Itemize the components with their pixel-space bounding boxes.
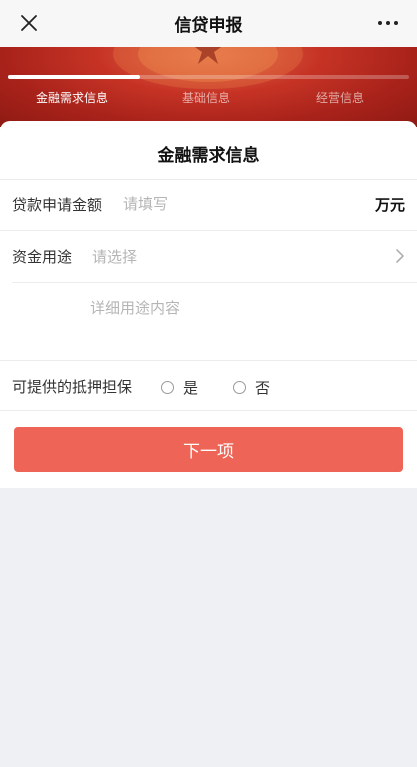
divider (0, 410, 417, 411)
radio-circle-icon (161, 381, 174, 394)
collateral-label: 可提供的抵押担保 (12, 378, 133, 396)
purpose-label: 资金用途 (12, 248, 73, 266)
more-icon[interactable] (377, 12, 399, 34)
step-business-info[interactable]: 经营信息 (316, 89, 364, 106)
divider (0, 179, 417, 180)
chevron-right-icon[interactable] (395, 249, 405, 263)
divider (0, 230, 417, 231)
collateral-yes-radio[interactable]: 是 (161, 377, 198, 398)
collateral-no-radio[interactable]: 否 (233, 377, 270, 398)
step-financial-needs[interactable]: 金融需求信息 (36, 89, 108, 106)
amount-label: 贷款申请金额 (12, 196, 103, 214)
emblem-icon (113, 47, 303, 89)
amount-input[interactable] (123, 193, 353, 215)
purpose-detail-input[interactable] (90, 297, 400, 353)
page-title: 信贷申报 (174, 16, 243, 36)
step-basic-info[interactable]: 基础信息 (182, 89, 230, 106)
header-banner: 金融需求信息 基础信息 经营信息 (0, 47, 417, 127)
divider (0, 360, 417, 361)
progress-bar (8, 75, 409, 79)
close-icon[interactable] (18, 12, 40, 34)
divider (12, 282, 417, 283)
form-card: 金融需求信息 贷款申请金额 万元 资金用途 请选择 可提供的抵押担保 是 否 下… (0, 121, 417, 488)
radio-label: 是 (183, 379, 199, 397)
radio-label: 否 (255, 379, 271, 397)
nav-bar: 信贷申报 (0, 0, 417, 47)
purpose-select[interactable]: 请选择 (92, 246, 137, 267)
next-button[interactable]: 下一项 (14, 427, 403, 472)
radio-circle-icon (233, 381, 246, 394)
progress-fill (8, 75, 141, 79)
form-title: 金融需求信息 (157, 146, 260, 166)
amount-unit: 万元 (374, 196, 405, 214)
